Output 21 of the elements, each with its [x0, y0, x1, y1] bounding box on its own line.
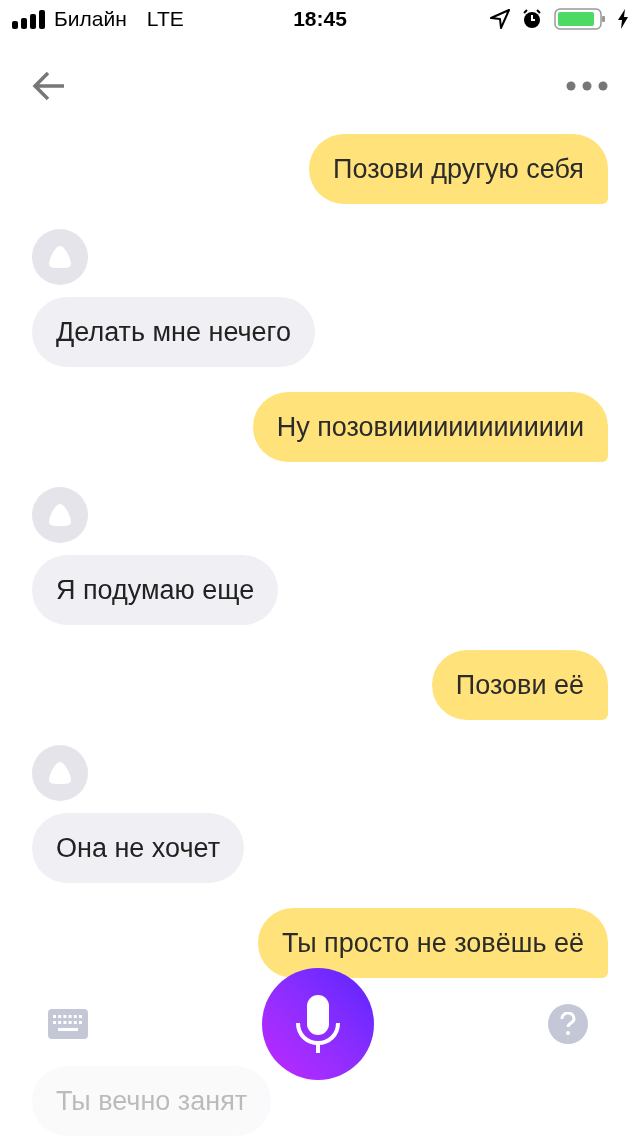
assistant-message: Делать мне нечего: [32, 297, 315, 367]
user-message: Позови другую себя: [309, 134, 608, 204]
alarm-clock-icon: [522, 8, 542, 29]
battery-icon: [554, 7, 606, 30]
assistant-message: Ты вечно занят: [32, 1066, 272, 1136]
clock-time: 18:45: [293, 5, 347, 32]
question-mark-icon: [560, 1012, 576, 1036]
assistant-message: Она не хочет: [32, 813, 245, 883]
microphone-icon: [295, 993, 341, 1055]
carrier-name: Билайн: [54, 5, 127, 32]
signal-icon: [12, 8, 46, 29]
keyboard-icon: [48, 1009, 88, 1039]
back-arrow-icon: [32, 69, 66, 102]
user-message: Позови её: [431, 650, 608, 720]
network-type: LTE: [146, 5, 184, 32]
charging-bolt-icon: [618, 8, 628, 29]
more-dots-icon: [566, 80, 608, 91]
assistant-message: Я подумаю еще: [32, 555, 279, 625]
location-arrow-icon: [490, 8, 510, 29]
user-message: Ты просто не зовёшь её: [257, 908, 608, 978]
user-message: Ну позовиииииииииииии: [252, 392, 608, 462]
